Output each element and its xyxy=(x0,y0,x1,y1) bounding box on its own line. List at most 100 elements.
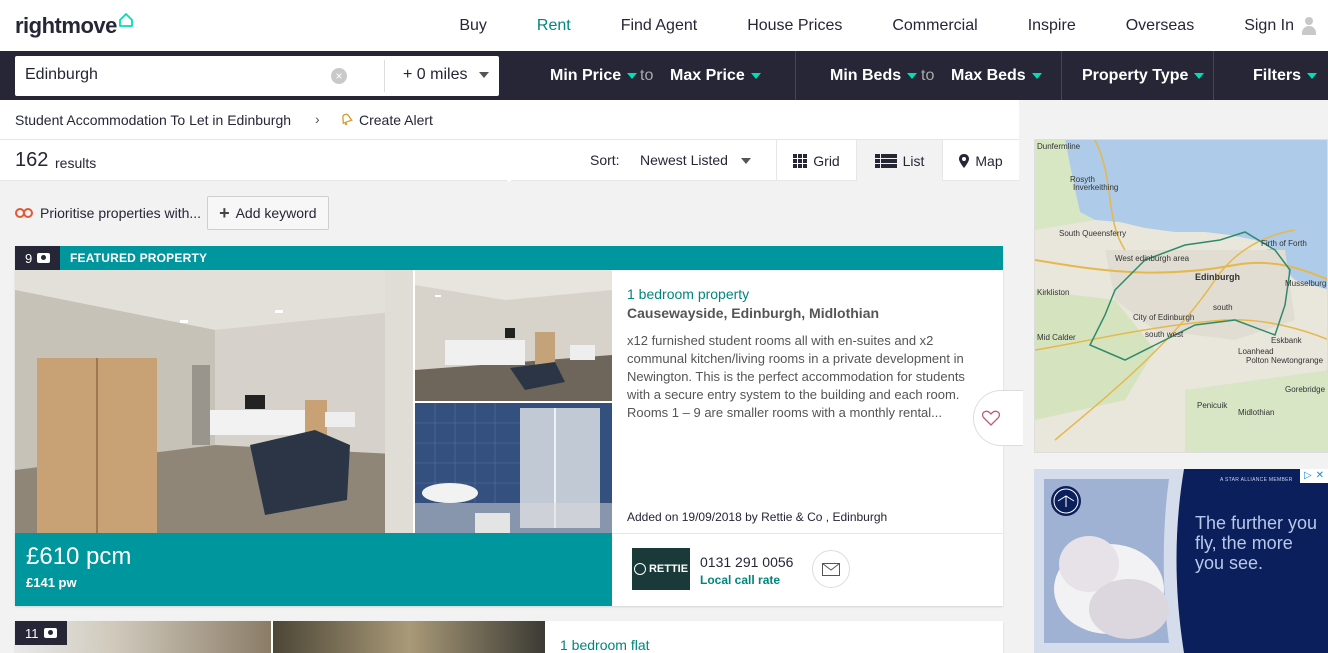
advert[interactable]: A STAR ALLIANCE MEMBER The further you f… xyxy=(1034,469,1328,653)
ad-tagline: A STAR ALLIANCE MEMBER xyxy=(1220,477,1293,483)
nav-buy[interactable]: Buy xyxy=(459,17,487,35)
prioritise-label: Prioritise properties with... xyxy=(40,205,202,221)
map-label-dunfermline: Dunfermline xyxy=(1037,142,1081,151)
room-photo xyxy=(415,270,612,401)
beds-to-label: to xyxy=(921,67,935,84)
min-price-label: Min Price xyxy=(550,67,622,84)
map-pin-icon xyxy=(959,153,970,168)
results-count: 162 xyxy=(15,149,49,171)
close-icon[interactable]: ✕ xyxy=(1316,470,1324,482)
map-label-newtongrange: Newtongrange xyxy=(1271,356,1324,365)
property-photo-2[interactable] xyxy=(273,621,545,653)
map-view-button[interactable]: Map xyxy=(942,140,1019,181)
envelope-icon xyxy=(822,562,840,576)
price-pw: £141 pw xyxy=(26,575,77,590)
min-price-select[interactable]: Min Price xyxy=(550,51,638,100)
map-label-inverkeithing: Inverkeithing xyxy=(1073,183,1118,192)
sign-in-link[interactable]: Sign In xyxy=(1244,16,1316,35)
rightmove-logo[interactable]: rightmove xyxy=(15,13,117,39)
price-pcm: £610 pcm xyxy=(26,543,132,570)
photo-count: 11 xyxy=(25,625,39,641)
list-icon xyxy=(874,153,897,168)
property-card[interactable]: 11 1 bedroom flat xyxy=(15,621,1003,653)
sort-select[interactable]: Newest Listed xyxy=(640,152,728,168)
grid-icon xyxy=(793,153,808,168)
grid-label: Grid xyxy=(813,152,840,169)
list-view-button[interactable]: List xyxy=(856,140,942,181)
sign-in-label: Sign In xyxy=(1244,16,1294,34)
camera-icon xyxy=(43,628,57,638)
agent-logo-text: RETTIE xyxy=(648,563,689,575)
grid-view-button[interactable]: Grid xyxy=(776,140,856,181)
map-label-edinburgh: Edinburgh xyxy=(1195,272,1240,282)
results-map[interactable]: Dunfermline Rosyth Inverkeithing South Q… xyxy=(1034,139,1328,453)
property-photo-2[interactable] xyxy=(415,270,612,401)
map-label-city-of-edinburgh: City of Edinburgh xyxy=(1133,313,1194,322)
map-label-firth-of-forth: Firth of Forth xyxy=(1261,239,1307,248)
clear-icon[interactable]: × xyxy=(331,68,347,84)
filters-label: Filters xyxy=(1253,67,1302,84)
bathroom-photo xyxy=(415,403,612,533)
list-label: List xyxy=(902,152,925,169)
property-type-select[interactable]: Property Type xyxy=(1082,51,1205,100)
chevron-down-icon xyxy=(1031,72,1042,79)
main-property-photo[interactable] xyxy=(15,270,413,533)
bell-icon xyxy=(342,113,353,126)
main-nav: Buy Rent Find Agent House Prices Commerc… xyxy=(459,0,1328,51)
map-label-eskbank: Eskbank xyxy=(1271,336,1303,345)
create-alert-link[interactable]: Create Alert xyxy=(359,112,433,128)
property-photo-3[interactable] xyxy=(415,403,612,533)
property-card[interactable]: 9 FEATURED PROPERTY £610 pcm £141 pw 1 b… xyxy=(15,246,1023,606)
added-info: Added on 19/09/2018 by Rettie & Co , Edi… xyxy=(627,510,888,524)
min-beds-select[interactable]: Min Beds xyxy=(830,51,918,100)
map-label-west-edinburgh: West edinburgh area xyxy=(1115,254,1190,263)
map-label-midlothian: Midlothian xyxy=(1238,408,1274,417)
price-bar[interactable]: £610 pcm £141 pw xyxy=(15,533,612,606)
agent-logo[interactable]: RETTIE xyxy=(632,548,690,590)
add-keyword-label: Add keyword xyxy=(235,205,317,221)
miles-divider xyxy=(384,60,385,92)
plus-icon: + xyxy=(219,202,230,223)
property-type-link[interactable]: 1 bedroom property xyxy=(627,286,967,302)
ad-choices[interactable]: ▷ ✕ xyxy=(1300,469,1328,483)
save-favourite-button[interactable] xyxy=(973,390,1023,446)
nav-house-prices[interactable]: House Prices xyxy=(747,17,842,35)
chevron-down-icon xyxy=(907,72,918,79)
keyword-row: Prioritise properties with... + Add keyw… xyxy=(15,196,329,230)
max-price-select[interactable]: Max Price xyxy=(670,51,761,100)
radius-select[interactable]: + 0 miles xyxy=(403,66,467,84)
map-label: Map xyxy=(975,152,1003,169)
chevron-right-icon: › xyxy=(315,111,320,127)
map-canvas: Dunfermline Rosyth Inverkeithing South Q… xyxy=(1035,140,1327,452)
price-to-label: to xyxy=(640,67,654,84)
location-input[interactable]: Edinburgh xyxy=(25,66,98,84)
min-beds-label: Min Beds xyxy=(830,67,902,84)
property-type-label: Property Type xyxy=(1082,67,1189,84)
map-label-kirkliston: Kirkliston xyxy=(1037,288,1069,297)
user-icon xyxy=(1302,16,1316,35)
nav-commercial[interactable]: Commercial xyxy=(892,17,977,35)
max-beds-select[interactable]: Max Beds xyxy=(951,51,1042,100)
photo-count-badge: 11 xyxy=(15,621,67,645)
results-notch xyxy=(499,174,519,182)
map-label-gorebridge: Gorebridge xyxy=(1285,385,1326,394)
property-type-link[interactable]: 1 bedroom flat xyxy=(560,637,650,653)
heart-icon xyxy=(982,410,1000,426)
property-description: x12 furnished student rooms all with en-… xyxy=(627,333,965,420)
nav-inspire[interactable]: Inspire xyxy=(1028,17,1076,35)
ad-info-icon[interactable]: ▷ xyxy=(1304,470,1312,482)
nav-overseas[interactable]: Overseas xyxy=(1126,17,1194,35)
map-label-south-queensferry: South Queensferry xyxy=(1059,229,1126,238)
nav-find-agent[interactable]: Find Agent xyxy=(621,17,698,35)
local-call-rate[interactable]: Local call rate xyxy=(700,573,780,587)
agent-phone[interactable]: 0131 291 0056 xyxy=(700,554,793,570)
chevron-down-icon xyxy=(1194,72,1205,79)
top-nav: rightmove Buy Rent Find Agent House Pric… xyxy=(0,0,1328,51)
ad-headline: The further you fly, the more you see. xyxy=(1195,513,1318,573)
max-price-label: Max Price xyxy=(670,67,745,84)
add-keyword-button[interactable]: + Add keyword xyxy=(207,196,329,230)
email-agent-button[interactable] xyxy=(812,550,850,588)
separator xyxy=(1061,51,1062,100)
nav-rent[interactable]: Rent xyxy=(537,17,571,35)
filters-button[interactable]: Filters xyxy=(1253,51,1318,100)
